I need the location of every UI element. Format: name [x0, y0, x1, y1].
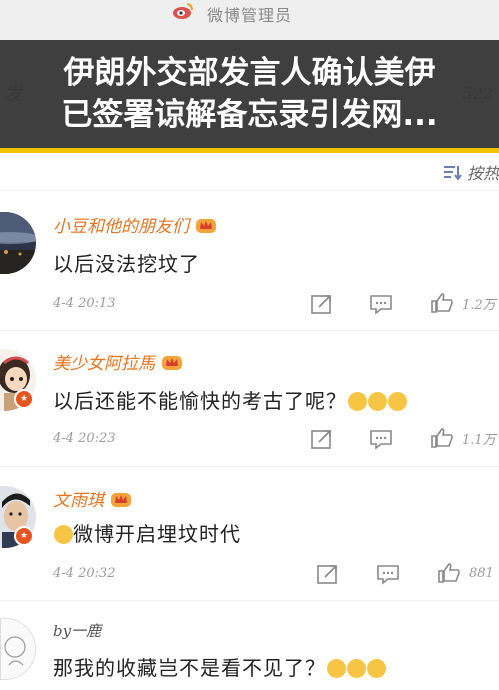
- share-icon: [311, 430, 331, 449]
- headline-line-2: 已签署谅解备忘录引发网...: [61, 97, 438, 133]
- share-button[interactable]: [310, 428, 334, 450]
- divider: [0, 600, 499, 601]
- comment-button[interactable]: [369, 293, 393, 315]
- worried-emoji-icon: [368, 392, 387, 411]
- comment-icon: [370, 295, 392, 315]
- banner-accent-bar: [0, 148, 499, 153]
- comment-time: 4-4 20:23: [53, 431, 116, 446]
- sketch-avatar[interactable]: [0, 618, 36, 680]
- comment-author[interactable]: 美少女阿拉馬: [53, 349, 183, 374]
- comment-text: 微博开启埋坟时代: [53, 518, 241, 547]
- vip-crown-icon: [162, 356, 182, 370]
- night-sky-avatar[interactable]: [0, 212, 36, 274]
- comment-author[interactable]: 小豆和他的朋友们: [53, 212, 217, 237]
- like-count: 1.1万: [462, 432, 496, 448]
- comment-author[interactable]: 文雨琪: [53, 486, 132, 511]
- sort-toggle[interactable]: 按热: [443, 160, 499, 184]
- comment-text: 那我的收藏岂不是看不见了？: [53, 652, 386, 681]
- verified-badge-icon: ★: [14, 526, 34, 546]
- sort-label: 按热: [466, 164, 499, 183]
- worried-emoji-icon: [388, 392, 407, 411]
- comment-text: 以后没法挖坟了: [53, 252, 200, 276]
- vip-crown-icon: [196, 219, 216, 233]
- app-title: 微博管理员: [206, 6, 292, 25]
- like-count: 881: [469, 565, 494, 581]
- comment-time: 4-4 20:32: [53, 566, 116, 581]
- share-icon: [317, 565, 337, 584]
- comment-icon: [377, 565, 399, 585]
- laughing-tears-emoji-icon: [54, 525, 73, 544]
- sort-icon: [443, 166, 462, 181]
- verified-badge-icon: ★: [14, 389, 34, 409]
- thumbs-up-icon: [431, 293, 453, 313]
- divider: [0, 466, 499, 467]
- vip-crown-icon: [111, 493, 131, 507]
- like-button[interactable]: 1.2万: [430, 292, 496, 314]
- comment-time: 4-4 20:13: [53, 296, 116, 311]
- share-icon: [311, 295, 331, 314]
- headline-line-1: 伊朗外交部发言人确认美伊: [63, 55, 436, 91]
- comment-button[interactable]: [369, 428, 393, 450]
- share-button[interactable]: [310, 293, 334, 315]
- laughing-tears-emoji-icon: [327, 659, 346, 678]
- worried-emoji-icon: [348, 392, 367, 411]
- comment-text: 以后还能不能愉快的考古了呢？: [53, 385, 407, 414]
- comment-icon: [370, 430, 392, 450]
- thumbs-up-icon: [431, 428, 453, 448]
- divider: [0, 190, 499, 191]
- laughing-tears-emoji-icon: [367, 659, 386, 678]
- like-count: 1.2万: [462, 297, 496, 313]
- like-button[interactable]: 881: [437, 562, 494, 584]
- share-button[interactable]: [316, 563, 340, 585]
- divider: [0, 330, 499, 331]
- thumbs-up-icon: [438, 563, 460, 583]
- laughing-tears-emoji-icon: [347, 659, 366, 678]
- like-button[interactable]: 1.1万: [430, 427, 496, 449]
- headline-banner: 伊朗外交部发言人确认美伊 已签署谅解备忘录引发网...: [0, 40, 499, 148]
- comment-author[interactable]: by一鹿: [53, 620, 101, 641]
- comment-button[interactable]: [376, 563, 400, 585]
